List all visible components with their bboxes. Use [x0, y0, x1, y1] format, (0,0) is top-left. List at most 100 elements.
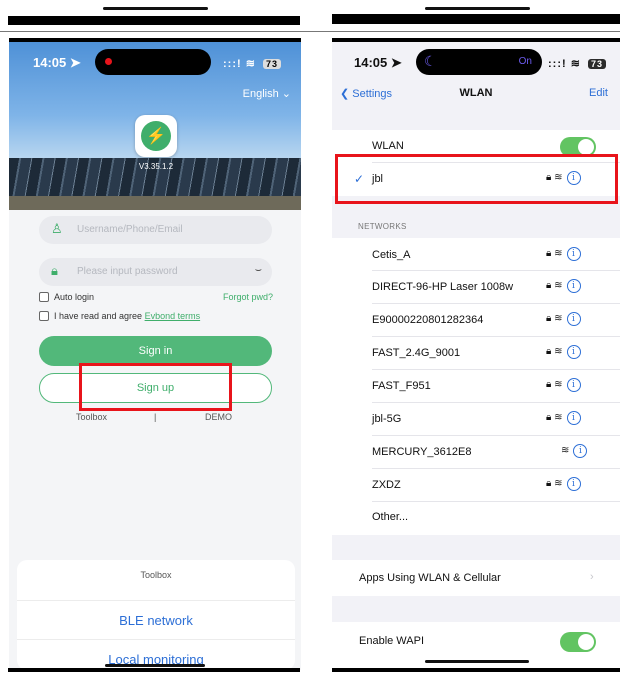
chevron-right-icon: ›	[590, 571, 594, 583]
agree-terms-text: I have read and agree Evbond terms	[54, 311, 200, 321]
chevron-down-icon: ⌄	[281, 88, 291, 100]
demo-link[interactable]: DEMO	[205, 412, 232, 422]
wifi-icon: ≋	[570, 58, 581, 70]
info-icon[interactable]: i	[566, 411, 581, 425]
network-icons: 🔒︎ ≋ i	[546, 312, 581, 326]
highlight-sign-up	[79, 363, 232, 411]
network-name[interactable]: DIRECT-96-HP Laser 1008w	[372, 281, 513, 293]
network-name[interactable]: E90000220801282364	[372, 314, 483, 326]
network-icons: 🔒︎ ≋ i	[546, 279, 581, 293]
lock-icon: 🔒︎	[546, 379, 552, 390]
home-indicator-top-left	[103, 7, 208, 10]
info-icon[interactable]: i	[566, 247, 581, 261]
auto-login-label: Auto login	[54, 292, 95, 302]
recording-dot-icon	[105, 58, 112, 65]
lock-icon: 🔒︎	[546, 346, 552, 357]
wifi-icon: ≋	[554, 280, 563, 291]
focus-on-label: On	[518, 56, 532, 67]
phone-top-edge	[9, 38, 301, 42]
ground	[9, 196, 301, 210]
apps-using-label: Apps Using WLAN & Cellular	[359, 572, 501, 584]
network-name[interactable]: FAST_2.4G_9001	[372, 347, 460, 359]
network-icons: 🔒︎ ≋ i	[546, 345, 581, 359]
row-divider	[372, 501, 620, 502]
dynamic-island: ☾ On	[416, 49, 542, 75]
sheet-divider	[17, 600, 295, 601]
home-indicator	[105, 664, 205, 667]
signal-icon: :::!	[548, 58, 567, 70]
wifi-icon: ≋	[554, 346, 563, 357]
location-arrow-icon: ➤	[390, 55, 402, 70]
status-icons: :::! ≋ 73	[548, 57, 607, 70]
agree-prefix: I have read and agree	[54, 311, 143, 321]
wifi-icon: ≋	[554, 248, 563, 259]
network-icons: 🔒︎ ≋ i	[546, 378, 581, 392]
battery-icon: 73	[263, 59, 282, 69]
user-icon: ♙	[51, 221, 63, 236]
dynamic-island	[95, 49, 211, 75]
info-icon[interactable]: i	[573, 444, 588, 458]
wifi-icon: ≋	[554, 313, 563, 324]
row-divider	[372, 435, 620, 436]
info-icon[interactable]: i	[566, 477, 581, 491]
sign-in-button[interactable]: Sign in	[39, 336, 272, 366]
left-phone-login-screen: 14:05 ➤ :::! ≋ 73 English ⌄ ⚡ V3.35.1.2 …	[9, 38, 301, 670]
password-placeholder: Please input password	[77, 266, 178, 277]
top-bar-right	[332, 14, 620, 24]
toolbox-link[interactable]: Toolbox	[76, 412, 107, 422]
row-divider	[372, 303, 620, 304]
network-icons: 🔒︎ ≋ i	[546, 477, 581, 491]
network-icons: 🔒︎ ≋ i	[546, 411, 581, 425]
bottom-bar-left	[8, 668, 300, 672]
ble-network-option[interactable]: BLE network	[17, 613, 295, 628]
auto-login-checkbox[interactable]	[39, 292, 49, 302]
row-divider	[372, 270, 620, 271]
password-field[interactable]: 🔒︎ Please input password ⌣	[39, 258, 272, 286]
right-phone-wlan-settings: 14:05 ➤ ☾ On :::! ≋ 73 ❮ Settings WLAN E…	[332, 38, 620, 670]
username-placeholder: Username/Phone/Email	[77, 224, 183, 235]
network-name[interactable]: jbl-5G	[372, 413, 401, 425]
wapi-toggle[interactable]	[560, 632, 596, 652]
wifi-icon: ≋	[554, 379, 563, 390]
username-field[interactable]: ♙ Username/Phone/Email	[39, 216, 272, 244]
network-name[interactable]: ZXDZ	[372, 479, 401, 491]
link-divider: |	[154, 412, 157, 422]
app-logo-icon: ⚡	[135, 115, 177, 157]
forgot-password-link[interactable]: Forgot pwd?	[223, 292, 273, 302]
row-divider	[372, 336, 620, 337]
home-indicator	[425, 660, 529, 663]
network-name[interactable]: MERCURY_3612E8	[372, 446, 471, 458]
wlan-label: WLAN	[372, 140, 404, 152]
status-time: 14:05 ➤	[354, 55, 402, 70]
lock-icon: 🔒︎	[51, 263, 58, 278]
info-icon[interactable]: i	[566, 378, 581, 392]
agree-terms-checkbox[interactable]	[39, 311, 49, 321]
phone-top-edge	[332, 38, 620, 42]
info-icon[interactable]: i	[566, 345, 581, 359]
home-indicator-top-right	[425, 7, 530, 10]
network-name[interactable]: Cetis_A	[372, 249, 411, 261]
enable-wapi-label: Enable WAPI	[359, 635, 425, 647]
page-title: WLAN	[459, 87, 493, 99]
other-network[interactable]: Other...	[372, 511, 408, 523]
sheet-divider	[17, 639, 295, 640]
info-icon[interactable]: i	[566, 312, 581, 326]
wifi-icon: ≋	[561, 445, 570, 456]
bottom-bar-right	[332, 668, 620, 672]
sheet-title: Toolbox	[140, 570, 172, 580]
network-icons: ≋ i	[561, 444, 588, 458]
lock-icon: 🔒︎	[546, 478, 552, 489]
network-name[interactable]: FAST_F951	[372, 380, 431, 392]
terms-link[interactable]: Evbond terms	[145, 311, 201, 321]
network-icons: 🔒︎ ≋ i	[546, 247, 581, 261]
eye-hidden-icon[interactable]: ⌣	[255, 264, 262, 277]
bolt-icon: ⚡	[141, 121, 171, 151]
info-icon[interactable]: i	[566, 279, 581, 293]
signal-icon: :::!	[223, 58, 242, 70]
lock-icon: 🔒︎	[546, 248, 552, 259]
networks-header: NETWORKS	[358, 222, 407, 231]
wifi-icon: ≋	[554, 412, 563, 423]
language-selector[interactable]: English ⌄	[243, 87, 291, 100]
wifi-icon: ≋	[554, 478, 563, 489]
edit-button[interactable]: Edit	[589, 87, 608, 99]
